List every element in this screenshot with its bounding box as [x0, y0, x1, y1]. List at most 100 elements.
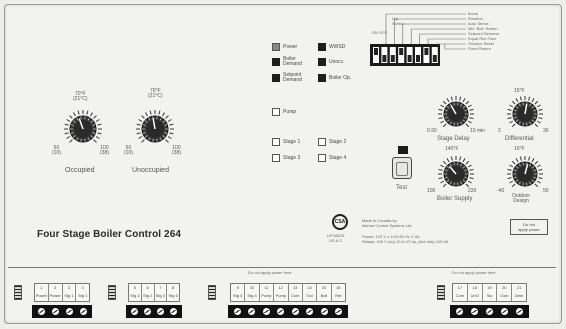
terminal-header-group1: 1 Power 2 Power 3 Stg 1 4 Stg 1 [34, 283, 90, 302]
terminal-screw[interactable] [36, 307, 46, 316]
differential-dial-tick [515, 98, 519, 103]
test-button[interactable] [392, 157, 412, 179]
outdoor-design-dial-tick [531, 158, 535, 163]
terminal-screw[interactable] [64, 307, 74, 316]
terminal-label: Com [455, 293, 465, 298]
differential-dial-grip [522, 122, 524, 126]
terminal-cell: 8 Stg 3 [167, 284, 179, 301]
inputs-header: Do not apply power here [248, 270, 292, 275]
terminal-header-group3: 9 Stg 4 10 Stg 4 11 Pump 12 Pump 13 Com 14 Out 15 Boi… [230, 283, 346, 302]
terminal-label: Stg 1 [64, 293, 74, 298]
terminal-screw[interactable] [156, 307, 165, 316]
stage-delay-dial-tick [467, 120, 472, 124]
unoccupied-dial-tick [149, 110, 152, 115]
differential-label: Differential [505, 136, 534, 142]
occupied-dial-tick [66, 136, 71, 139]
terminal-screw[interactable] [319, 307, 329, 316]
stage-delay-dial-tick [465, 123, 470, 128]
occupied-dial-tick [97, 123, 102, 126]
terminal-screw[interactable] [78, 307, 88, 316]
dip-leader-line [427, 38, 466, 44]
terminal-screw[interactable] [290, 307, 300, 316]
terminal-screw[interactable] [169, 307, 178, 316]
differential-dial-tick [534, 100, 539, 105]
boiler-supply-max: 220 [468, 188, 477, 194]
terminal-label: Stg 1 [77, 293, 88, 298]
stage-delay-dial-grip [453, 122, 455, 126]
outdoor-design-dial-tick [534, 183, 539, 188]
vent-fin [437, 285, 445, 300]
csa-logo: CSA [332, 214, 348, 230]
terminal-number: 2 [54, 285, 57, 290]
terminal-screw[interactable] [470, 307, 479, 316]
occupied-dial-tick [86, 110, 89, 115]
boiler-supply-dial-tick [465, 183, 470, 188]
warning-badge: Do not apply power [510, 219, 548, 235]
terminal-screw[interactable] [232, 307, 242, 316]
terminal-number: 15 [321, 285, 327, 290]
terminal-label: Ret [335, 293, 342, 298]
stage4-label: Stage 4 [329, 155, 347, 161]
occupied-dial-tick [97, 132, 102, 135]
stage-delay-min: 0:30 [427, 128, 437, 134]
terminal-label: Dem [514, 293, 524, 298]
stage-delay-dial-tick [442, 123, 447, 128]
occupied-dial-grip [80, 138, 82, 142]
terminal-cell: 4 Stg 1 [76, 284, 89, 301]
unoccupied-dial-grip [156, 138, 158, 142]
stage-delay-dial-grip [453, 102, 455, 106]
differential-min: 2 [498, 128, 501, 134]
terminal-screw[interactable] [455, 307, 464, 316]
terminal-number: 12 [278, 285, 284, 290]
terminal-label: Stg 3 [155, 293, 166, 298]
vent-fin [108, 285, 116, 300]
relay-rating-text: Relays: 240 V (ac) 10 A 1/3 hp, pilot du… [362, 239, 449, 244]
terminal-screw[interactable] [485, 307, 494, 316]
stage-delay-dial-grip [457, 102, 459, 106]
occupied-dial-tick [69, 139, 73, 143]
terminal-screw[interactable] [143, 307, 152, 316]
terminal-number: 11 [264, 285, 269, 290]
boiler-demand-label: Boiler Demand [283, 56, 302, 67]
occupied-dial-tick [95, 119, 100, 122]
terminal-label: Com [500, 293, 509, 298]
differential-dial-tick [531, 98, 535, 103]
unoccupied-dial-label: Unoccupied [132, 167, 169, 174]
differential-dial-tick [536, 120, 541, 124]
terminal-screw[interactable] [130, 307, 139, 316]
terminal-cell: 21 Dem [512, 284, 526, 301]
occupied-dial-top: 70°F (21°C) [73, 91, 88, 102]
terminal-label: Pump [261, 293, 272, 298]
differential-dial-tick [534, 123, 539, 128]
terminal-label: Com [290, 293, 300, 298]
terminal-number: 8 [172, 285, 175, 290]
differential-dial-tick [536, 104, 541, 108]
terminal-cell: 10 Stg 4 [245, 284, 260, 301]
company-text: tekmar Control Systems Ltd. [362, 223, 413, 228]
outdoor-design-dial-grip [526, 182, 528, 186]
boiler-supply-dial-tick [438, 177, 443, 180]
terminal-screw[interactable] [261, 307, 271, 316]
outdoor-design-dial-tick [509, 180, 514, 184]
occupied-dial-tick [77, 110, 80, 115]
stage-delay-max: 10 min [470, 128, 486, 134]
terminal-cell: 15 Boil [317, 284, 332, 301]
terminal-screw[interactable] [515, 307, 524, 316]
product-title: Four Stage Boiler Control 264 [37, 229, 182, 240]
unoccupied-dial[interactable] [120, 95, 190, 175]
occupied-dial-tick [64, 123, 69, 126]
terminal-screw[interactable] [500, 307, 509, 316]
terminal-screw[interactable] [50, 307, 60, 316]
dip-switch-label: Fixed Return [468, 46, 491, 51]
unoccupied-led-label: Unocc. [329, 59, 345, 65]
terminal-number: 10 [249, 285, 255, 290]
terminal-label: Stg 2 [142, 293, 153, 298]
differential-dial-tick [509, 120, 514, 124]
wwsd-led [318, 43, 326, 51]
occupied-dial[interactable] [50, 95, 120, 175]
stage2-led [318, 138, 326, 146]
stage-delay-dial-tick [462, 98, 466, 103]
differential-dial-tick [507, 108, 512, 111]
unoccupied-dial-tick [158, 110, 161, 115]
unoccupied-dial-tick [136, 123, 141, 126]
